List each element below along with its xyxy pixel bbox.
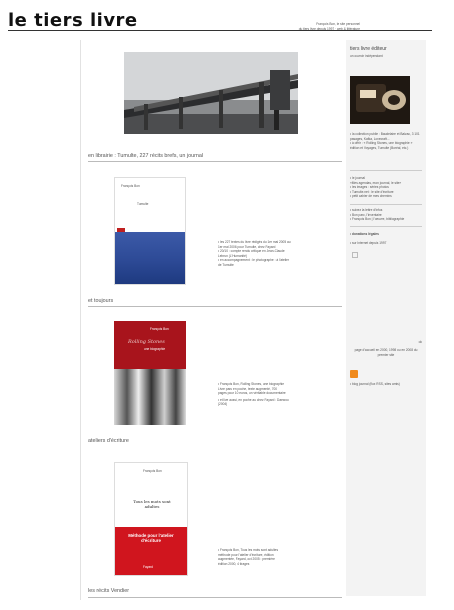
sidebar-block-donations: • donations légales • sur Internet depui…	[350, 232, 422, 245]
cover-band-photo	[114, 369, 186, 425]
sidebar-block-infos: • suivez la lettre d'infos • Bon parc, l…	[350, 208, 422, 222]
sidebar-divider	[350, 204, 422, 205]
cover-red-tab	[117, 228, 125, 232]
section-divider	[88, 306, 342, 307]
text-line: (2004)	[218, 402, 228, 407]
sidebar-block-editeur: • la collection publie : Baudelaire et B…	[350, 132, 422, 150]
footer-line[interactable]: page d'accueil en 2000, 1998 ou en 2008 …	[350, 348, 422, 353]
section-text-atelier: • François Bon, Tous les mots sont adult…	[218, 548, 342, 566]
small-square-icon	[352, 252, 358, 258]
cover-publisher: Fayard	[143, 565, 153, 569]
cover-author: François Bon	[143, 469, 162, 473]
book-cover-tumulte[interactable]: François Bon Tumulte	[114, 177, 186, 285]
section-divider	[88, 161, 342, 162]
sidebar-link[interactable]: • sur Internet depuis 1997	[350, 241, 422, 246]
cover-title: Tumulte	[137, 202, 149, 206]
book-cover-tous-les-mots[interactable]: François Bon Tous les mots sont adultes …	[114, 462, 188, 576]
sidebar-rss-text[interactable]: • blog journal (flux RSS, sites amis)	[350, 382, 422, 387]
section-title-ateliers[interactable]: ateliers d'écriture	[88, 438, 129, 444]
sidebar-title[interactable]: tiers livre éditeur	[350, 46, 387, 52]
footer-line[interactable]: premier site	[350, 353, 422, 358]
header-divider	[8, 30, 432, 31]
cover-subtitle: une biographie	[144, 347, 166, 351]
sidebar-photo[interactable]	[350, 76, 410, 124]
cover-red-band: Méthode pour l'atelier d'écriture Fayard	[115, 527, 187, 575]
section-title-recits[interactable]: les récits Vendier	[88, 588, 129, 594]
text-line: pages pour 10 euros, un véritable docume…	[218, 391, 286, 396]
sidebar-block-journal: • le journal «Mes agendas, mon journal, …	[350, 176, 422, 199]
sidebar: tiers livre éditeur un ouvroir indépenda…	[346, 40, 426, 596]
sidebar-subtitle: un ouvroir indépendant	[350, 54, 383, 58]
sidebar-link[interactable]: • François Bon | l'oeuvre, bibliographie	[350, 217, 422, 222]
sidebar-link[interactable]: • la collection publie : Baudelaire et B…	[350, 132, 422, 141]
cover-author: François Bon	[121, 184, 140, 188]
banner-bridge-image	[124, 52, 298, 134]
section-text-rolling-stones: • François Bon, Rolling Stones, une biog…	[218, 382, 342, 407]
sidebar-link[interactable]: • petit cahier de mes chemins	[350, 194, 422, 199]
section-text-tumulte: • les 227 textes du livre rédigés du 1er…	[218, 240, 342, 268]
book-cover-rolling-stones[interactable]: François Bon Rolling Stones une biograph…	[114, 321, 186, 425]
sidebar-link[interactable]: édition et Voyages, Tumulte (Boréal, etc…	[350, 146, 422, 151]
cover-author: François Bon	[150, 327, 169, 331]
section-title-librairie[interactable]: en librairie : Tumulte, 227 récits brefs…	[88, 153, 203, 159]
text-line: édition 2000, 4 tirages	[218, 561, 250, 566]
sidebar-divider	[350, 226, 422, 227]
site-logo[interactable]: le tiers livre	[8, 10, 138, 31]
sidebar-divider	[350, 170, 422, 171]
section-divider	[88, 597, 342, 598]
text-line: de Tumulte	[218, 262, 234, 267]
cover-title: Tous les mots sont adultes	[133, 499, 171, 509]
sidebar-footer-short: ok	[418, 340, 422, 344]
cover-red-text: Méthode pour l'atelier d'écriture	[128, 533, 174, 544]
sidebar-heading[interactable]: • donations légales	[350, 232, 422, 237]
banner-photo[interactable]	[124, 52, 298, 134]
left-column-divider	[80, 40, 81, 600]
cover-title: Rolling Stones	[128, 339, 165, 345]
section-title-toujours[interactable]: et toujours	[88, 298, 113, 304]
cover-photo	[115, 232, 185, 284]
rss-icon[interactable]	[350, 370, 358, 378]
sidebar-footer: page d'accueil en 2000, 1998 ou en 2008 …	[350, 348, 422, 357]
camera-image	[350, 76, 410, 124]
